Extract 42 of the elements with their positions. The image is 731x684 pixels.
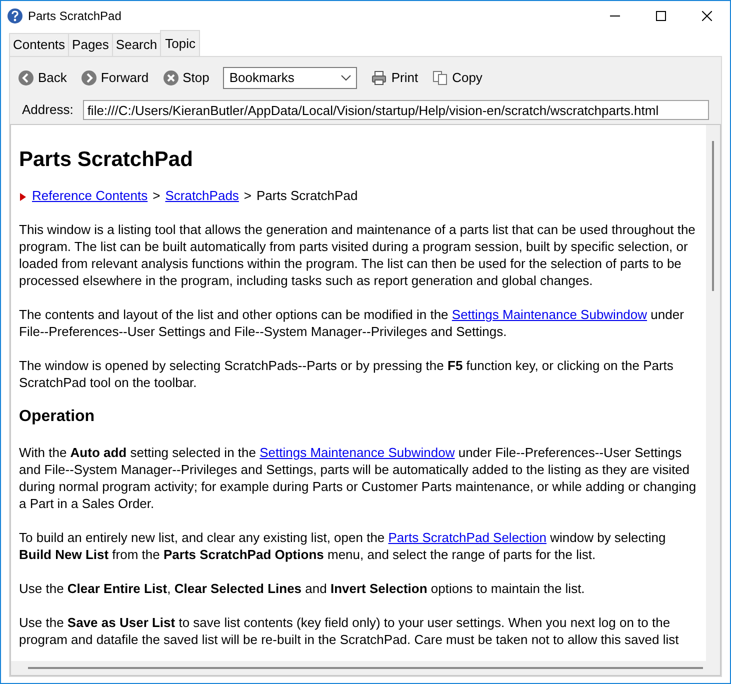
page-title: Parts ScratchPad [19, 147, 194, 173]
maximize-icon [656, 10, 666, 20]
print-button[interactable]: Print [371, 68, 418, 88]
section-heading: Operation [19, 407, 96, 427]
forward-button[interactable]: Forward [80, 68, 149, 88]
back-icon [18, 70, 34, 86]
paragraph: With the Auto add setting selected in the Settings Maintenance Subwindow under File--Preferences--User Settings and File--System Manager--Privileges and Settings, parts will be automatically added to the listing as they are visited during normal program activity; for example during Parts or Customer Parts maintenance, or while adding or changing a Part in a Sales Order. [19, 444, 698, 512]
tab[interactable]: Pages [68, 33, 113, 56]
paragraph: To build an entirely new list, and clear any existing list, open the Parts ScratchPad Selection window by selecting Build New List from the Parts ScratchPad Options menu, and select the range of parts for the list. [19, 529, 667, 563]
close-icon [702, 10, 712, 20]
tab[interactable]: Contents [9, 33, 70, 56]
vertical-scrollbar[interactable] [706, 125, 720, 661]
tab[interactable]: Topic [160, 30, 200, 56]
link[interactable]: Parts ScratchPad Selection [388, 530, 547, 545]
address-label: Address: [22, 101, 74, 120]
paragraph: This window is a listing tool that allows the generation and maintenance of a parts list that can be used throughout the program. The list can be built automatically from parts visited during a program session, built by specific selection, or loaded from relevant analysis functions within the program. The list can then be used for the selection of parts to be processed elsewhere in the program, including tasks such as report generation and global changes. [19, 221, 696, 289]
link[interactable]: Settings Maintenance Subwindow [260, 445, 455, 460]
separator: > [244, 187, 252, 204]
stop-icon [162, 70, 179, 86]
link[interactable]: Settings Maintenance Subwindow [452, 307, 648, 322]
stop-button[interactable]: Stop [162, 68, 210, 88]
tab[interactable]: Search [112, 33, 162, 56]
back-button[interactable]: Back [18, 68, 67, 88]
copy-icon [432, 70, 448, 86]
paragraph: Use the Save as User List to save list contents (key field only) to your user settings. When you next log on to the program and datafile the saved list will be re-built in the ScratchPad. Care must be taken not to allow this saved list [19, 614, 680, 648]
forward-icon [80, 70, 97, 86]
bookmarks-dropdown[interactable]: Bookmarks [223, 67, 358, 89]
paragraph: The window is opened by selecting ScratchPads--Parts or by pressing the F5 function key, or clicking on the Parts ScratchPad tool on the toolbar. [19, 357, 674, 391]
arrow-icon [19, 193, 27, 201]
paragraph: The contents and layout of the list and other options can be modified in the Settings Maintenance Subwindow under File--Preferences--User Settings and File--System Manager--Privileges and Settings. [19, 306, 685, 340]
paragraph: Use the Clear Entire List, Clear Selected Lines and Invert Selection options to maintain the list. [19, 580, 586, 597]
copy-button[interactable]: Copy [432, 68, 482, 88]
window-title: Parts ScratchPad [28, 8, 122, 24]
breadcrumb-current: Parts ScratchPad [256, 187, 358, 204]
chevron-down-icon [341, 75, 352, 81]
breadcrumb-link[interactable]: Reference Contents [32, 187, 148, 204]
help-icon [7, 8, 23, 24]
separator: > [152, 187, 160, 204]
horizontal-scrollbar[interactable] [11, 661, 720, 675]
breadcrumb-link[interactable]: ScratchPads [165, 187, 239, 204]
printer-icon [371, 70, 388, 86]
address-field[interactable]: file:///C:/Users/KieranButler/AppData/Local/Vision/startup/Help/vision-en/scratch/wscratchparts.html [83, 100, 709, 120]
